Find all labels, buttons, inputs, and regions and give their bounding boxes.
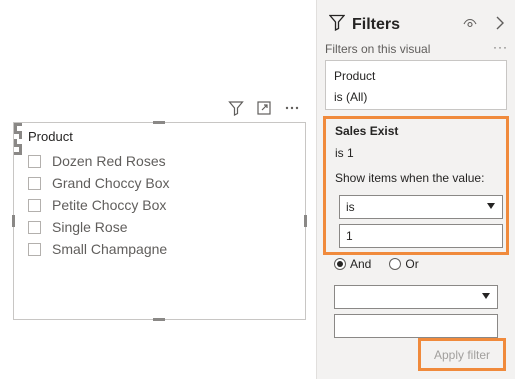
filter-card-name: Product [334, 69, 376, 83]
resize-handle-right[interactable] [304, 215, 307, 227]
slicer-item-label: Small Champagne [52, 241, 168, 257]
checkbox[interactable] [28, 242, 41, 256]
filter-card-product[interactable]: Product is (All) [325, 60, 507, 110]
slicer-item-label: Single Rose [52, 219, 128, 235]
slicer-item[interactable]: Grand Choccy Box [28, 172, 170, 194]
caret-down-icon [487, 203, 495, 209]
filter-card-name: Sales Exist [335, 124, 399, 138]
slicer-item-label: Grand Choccy Box [52, 175, 170, 191]
pane-header: Filters [328, 14, 401, 36]
slicer-item-label: Petite Choccy Box [52, 197, 167, 213]
radio-or[interactable]: Or [389, 257, 419, 271]
slicer-title: Product [28, 129, 73, 144]
more-options-icon[interactable]: ··· [493, 40, 508, 54]
eye-icon[interactable] [463, 16, 477, 34]
chevron-right-icon[interactable] [495, 15, 505, 36]
slicer-item[interactable]: Small Champagne [28, 238, 170, 260]
radio-label: And [350, 257, 372, 271]
apply-filter-highlight: Apply filter [418, 338, 506, 371]
filter-card-state: is 1 [335, 146, 354, 160]
slicer-visual[interactable]: Product Dozen Red Roses Grand Choccy Box… [12, 121, 307, 321]
input-value: 1 [346, 229, 353, 243]
slicer-item[interactable]: Dozen Red Roses [28, 150, 170, 172]
value-input-1[interactable]: 1 [339, 224, 503, 248]
resize-handle-bottom[interactable] [153, 318, 165, 321]
apply-filter-button[interactable]: Apply filter [434, 348, 490, 362]
resize-handle-top-left[interactable] [14, 123, 22, 131]
operator-select-1[interactable]: is [339, 195, 503, 219]
filter-icon[interactable] [226, 99, 246, 117]
slicer-item[interactable]: Single Rose [28, 216, 170, 238]
checkbox[interactable] [28, 176, 41, 190]
operator-value: is [346, 200, 355, 214]
pane-title: Filters [352, 16, 401, 33]
radio-and[interactable]: And [334, 257, 371, 271]
focus-mode-icon[interactable] [254, 99, 274, 117]
resize-handle-left[interactable] [12, 215, 15, 227]
caret-down-icon [482, 293, 490, 299]
filter-card-sales-exist: Sales Exist is 1 Show items when the val… [323, 116, 509, 255]
radio-button[interactable] [334, 258, 346, 270]
resize-handle-bottom-right[interactable] [14, 147, 22, 155]
value-input-2[interactable] [334, 314, 498, 338]
section-label: Filters on this visual [325, 42, 431, 56]
slicer-item-label: Dozen Red Roses [52, 153, 166, 169]
radio-label: Or [405, 257, 419, 271]
visual-header [226, 99, 302, 117]
logic-radio-group: And Or [334, 257, 419, 271]
radio-button[interactable] [389, 258, 402, 270]
resize-handle-top[interactable] [153, 121, 165, 124]
resize-handle-top-right[interactable] [14, 131, 22, 139]
slicer-list: Dozen Red Roses Grand Choccy Box Petite … [28, 150, 170, 260]
slicer-item[interactable]: Petite Choccy Box [28, 194, 170, 216]
checkbox[interactable] [28, 198, 41, 212]
filter-card-state: is (All) [334, 90, 368, 104]
more-options-icon[interactable] [282, 99, 302, 117]
checkbox[interactable] [28, 154, 41, 168]
checkbox[interactable] [28, 220, 41, 234]
resize-handle-bottom-left[interactable] [14, 139, 22, 147]
filters-pane: Filters Filters on this visual ··· Produ… [316, 0, 515, 379]
operator-select-2[interactable] [334, 285, 498, 309]
filter-help-text: Show items when the value: [335, 171, 485, 185]
filter-icon [328, 14, 346, 36]
